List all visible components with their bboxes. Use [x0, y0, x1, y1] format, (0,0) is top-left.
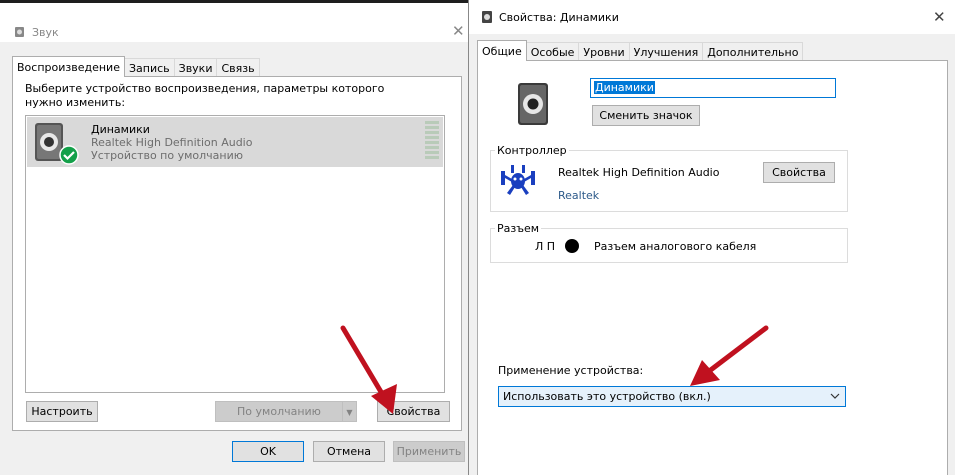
- controller-group-label: Контроллер: [495, 144, 569, 157]
- sound-close-button[interactable]: ✕: [452, 22, 465, 40]
- device-usage-label: Применение устройства:: [498, 364, 644, 377]
- tab-recording[interactable]: Запись: [123, 58, 175, 76]
- chevron-down-icon: [830, 390, 840, 405]
- controller-name: Realtek High Definition Audio: [558, 166, 720, 179]
- jack-color-dot-icon: [565, 239, 579, 253]
- sound-window-top-edge: [0, 0, 468, 3]
- device-name: Динамики: [91, 123, 150, 136]
- configure-button[interactable]: Настроить: [26, 401, 98, 422]
- tab-advanced[interactable]: Дополнительно: [702, 42, 804, 60]
- device-usage-select-value: Использовать это устройство (вкл.): [503, 390, 711, 403]
- tab-special[interactable]: Особые: [525, 42, 580, 60]
- device-name-input[interactable]: Динамики: [590, 78, 836, 98]
- apply-button[interactable]: Применить: [393, 441, 465, 462]
- ok-button[interactable]: OK: [232, 441, 304, 462]
- tab-general[interactable]: Общие: [477, 40, 527, 61]
- device-name-input-value: Динамики: [594, 81, 655, 94]
- playback-instruction: Выберите устройство воспроизведения, пар…: [25, 82, 385, 109]
- volume-meter: [425, 121, 439, 163]
- realtek-logo-icon: [499, 165, 537, 197]
- default-check-icon: [59, 145, 79, 165]
- properties-window-title: Свойства: Динамики: [499, 11, 619, 24]
- sound-titlebar: Звук ✕: [0, 0, 468, 42]
- tab-enhancements[interactable]: Улучшения: [628, 42, 704, 60]
- device-usage-select[interactable]: Использовать это устройство (вкл.): [498, 386, 846, 407]
- device-large-speaker-icon: [516, 81, 552, 127]
- change-icon-button[interactable]: Сменить значок: [592, 105, 700, 126]
- annotation-arrow-to-properties: [340, 325, 397, 414]
- set-default-button[interactable]: По умолчанию: [215, 401, 343, 422]
- jack-description: Разъем аналогового кабеля: [594, 240, 757, 253]
- device-row-speakers[interactable]: Динамики Realtek High Definition Audio У…: [27, 117, 443, 167]
- device-driver: Realtek High Definition Audio: [91, 136, 253, 149]
- jack-group-label: Разъем: [495, 222, 542, 235]
- tab-communications[interactable]: Связь: [216, 58, 260, 76]
- jack-channels: Л П: [535, 240, 556, 253]
- sound-app-icon: [14, 26, 26, 38]
- jack-group: Разъем Л П Разъем аналогового кабеля: [490, 222, 848, 263]
- properties-close-button[interactable]: ✕: [933, 8, 946, 26]
- properties-window: Свойства: Динамики ✕ Общие Особые Уровни…: [468, 0, 955, 475]
- controller-group: Контроллер Realtek High Definition Audio…: [490, 144, 848, 212]
- sound-window-title: Звук: [32, 26, 59, 39]
- realtek-vendor-link[interactable]: Realtek: [558, 189, 599, 202]
- cancel-button[interactable]: Отмена: [313, 441, 385, 462]
- tab-levels[interactable]: Уровни: [578, 42, 630, 60]
- properties-titlebar: Свойства: Динамики ✕: [469, 0, 955, 34]
- properties-tabs: Общие Особые Уровни Улучшения Дополнител…: [477, 40, 804, 61]
- controller-properties-button[interactable]: Свойства: [763, 162, 835, 183]
- annotation-arrow-to-usage: [690, 325, 769, 386]
- tab-sounds[interactable]: Звуки: [173, 58, 218, 76]
- device-status: Устройство по умолчанию: [91, 149, 244, 162]
- tab-playback[interactable]: Воспроизведение: [12, 56, 125, 77]
- properties-app-icon: [481, 10, 493, 24]
- sound-tabs: Воспроизведение Запись Звуки Связь: [12, 56, 260, 77]
- general-panel: Динамики Сменить значок Контроллер Realt…: [477, 60, 948, 475]
